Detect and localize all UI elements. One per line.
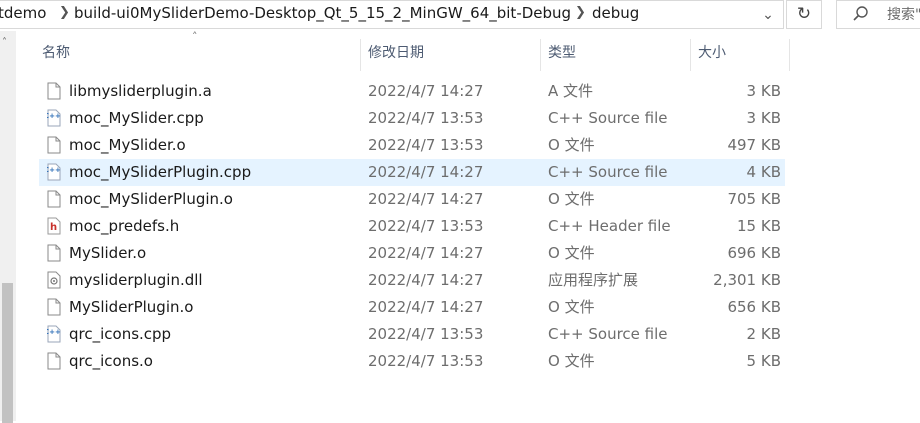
file-size: 4 KB xyxy=(746,163,781,181)
file-type: A 文件 xyxy=(548,82,594,100)
file-date: 2022/4/7 14:27 xyxy=(368,163,484,181)
cpp-file-icon: C++ xyxy=(47,109,61,127)
breadcrumb-separator-icon[interactable]: ❯ xyxy=(575,5,586,20)
file-name: moc_MySliderPlugin.o xyxy=(69,190,233,208)
file-date: 2022/4/7 13:53 xyxy=(368,136,484,154)
file-icon xyxy=(47,244,61,262)
svg-text:C++: C++ xyxy=(47,328,61,336)
file-name: moc_MySlider.o xyxy=(69,136,186,154)
file-size: 15 KB xyxy=(737,217,781,235)
column-header-size[interactable]: 大小 xyxy=(688,31,788,71)
file-size: 696 KB xyxy=(727,244,781,262)
file-size: 3 KB xyxy=(746,82,781,100)
file-name: qrc_icons.cpp xyxy=(69,325,172,343)
svg-text:C++: C++ xyxy=(47,166,61,174)
file-date: 2022/4/7 14:27 xyxy=(368,244,484,262)
file-name: MySliderPlugin.o xyxy=(69,298,194,316)
breadcrumb-item[interactable]: debug xyxy=(592,4,639,22)
column-header-name[interactable]: 名称 xyxy=(32,31,360,71)
file-row[interactable]: C++ qrc_icons.cpp 2022/4/7 13:53 C++ Source… xyxy=(39,321,785,348)
refresh-icon: ↻ xyxy=(796,4,812,24)
address-toolbar: tdemo ❯ build-ui0MySliderDemo-Desktop_Qt… xyxy=(0,0,920,31)
file-name: moc_MySliderPlugin.cpp xyxy=(69,163,252,181)
file-row[interactable]: C++ moc_MySlider.cpp 2022/4/7 13:53 C++ Sou… xyxy=(39,105,785,132)
file-type: C++ Source file xyxy=(548,109,668,127)
file-date: 2022/4/7 14:27 xyxy=(368,82,484,100)
scroll-up-icon[interactable]: ˄ xyxy=(2,37,7,48)
file-date: 2022/4/7 14:27 xyxy=(368,190,484,208)
file-size: 2,301 KB xyxy=(713,271,781,289)
file-size: 656 KB xyxy=(727,298,781,316)
file-row[interactable]: MySliderPlugin.o 2022/4/7 14:27 O 文件 656 KB xyxy=(39,294,785,321)
file-date: 2022/4/7 13:53 xyxy=(368,217,484,235)
file-type: C++ Header file xyxy=(548,217,671,235)
file-row[interactable]: moc_MySliderPlugin.o 2022/4/7 14:27 O 文件 70… xyxy=(39,186,785,213)
file-name: moc_predefs.h xyxy=(69,217,180,235)
file-icon xyxy=(47,298,61,316)
file-name: moc_MySlider.cpp xyxy=(69,109,204,127)
file-type: O 文件 xyxy=(548,352,595,370)
file-row[interactable]: h moc_predefs.h 2022/4/7 13:53 C++ Header f… xyxy=(39,213,785,240)
file-row[interactable]: mysliderplugin.dll 2022/4/7 14:27 应用程序扩展 2,… xyxy=(39,267,785,294)
file-size: 5 KB xyxy=(746,352,781,370)
file-type: O 文件 xyxy=(548,298,595,316)
chevron-down-icon[interactable]: ⌄ xyxy=(755,2,781,28)
column-header-row: ˄ 名称 修改日期 类型 大小 xyxy=(16,30,920,71)
file-row[interactable]: C++ moc_MySliderPlugin.cpp 2022/4/7 14:27 C… xyxy=(39,159,785,186)
breadcrumb-item[interactable]: tdemo xyxy=(0,4,46,22)
file-type: C++ Source file xyxy=(548,325,668,343)
file-date: 2022/4/7 14:27 xyxy=(368,271,484,289)
refresh-button[interactable]: ↻ xyxy=(786,0,822,29)
file-date: 2022/4/7 13:53 xyxy=(368,325,484,343)
file-type: 应用程序扩展 xyxy=(548,271,639,289)
scrollbar-thumb[interactable] xyxy=(2,283,13,423)
file-row[interactable]: libmysliderplugin.a 2022/4/7 14:27 A 文件 3 K… xyxy=(39,78,785,105)
column-header-date[interactable]: 修改日期 xyxy=(358,31,534,71)
file-type: C++ Source file xyxy=(548,163,668,181)
search-icon xyxy=(853,6,868,21)
file-icon xyxy=(47,352,61,370)
file-icon xyxy=(47,190,61,208)
navigation-pane-scrollbar[interactable]: ˄ xyxy=(0,31,16,423)
file-name: qrc_icons.o xyxy=(69,352,153,370)
file-date: 2022/4/7 13:53 xyxy=(368,109,484,127)
file-row[interactable]: MySlider.o 2022/4/7 14:27 O 文件 696 KB xyxy=(39,240,785,267)
file-size: 497 KB xyxy=(727,136,781,154)
file-row[interactable]: moc_MySlider.o 2022/4/7 13:53 O 文件 497 KB xyxy=(39,132,785,159)
file-type: O 文件 xyxy=(548,190,595,208)
file-size: 3 KB xyxy=(746,109,781,127)
file-date: 2022/4/7 14:27 xyxy=(368,298,484,316)
file-name: libmysliderplugin.a xyxy=(69,82,212,100)
file-size: 2 KB xyxy=(746,325,781,343)
file-type: O 文件 xyxy=(548,244,595,262)
search-input[interactable]: 搜索" xyxy=(887,4,920,24)
svg-text:C++: C++ xyxy=(47,112,61,120)
column-header-type[interactable]: 类型 xyxy=(538,31,688,71)
file-icon xyxy=(47,82,61,100)
search-box[interactable]: 搜索" xyxy=(836,0,920,29)
breadcrumb-separator-icon[interactable]: ❯ xyxy=(59,5,70,20)
file-date: 2022/4/7 13:53 xyxy=(368,352,484,370)
dll-file-icon xyxy=(47,271,61,289)
cpp-file-icon: C++ xyxy=(47,325,61,343)
file-type: O 文件 xyxy=(548,136,595,154)
header-file-icon: h xyxy=(47,217,61,235)
file-row[interactable]: qrc_icons.o 2022/4/7 13:53 O 文件 5 KB xyxy=(39,348,785,375)
file-size: 705 KB xyxy=(727,190,781,208)
address-bar[interactable]: tdemo ❯ build-ui0MySliderDemo-Desktop_Qt… xyxy=(0,0,784,29)
file-icon xyxy=(47,136,61,154)
file-name: MySlider.o xyxy=(69,244,147,262)
breadcrumb-item[interactable]: build-ui0MySliderDemo-Desktop_Qt_5_15_2_… xyxy=(74,4,571,22)
column-divider[interactable] xyxy=(789,39,790,71)
cpp-file-icon: C++ xyxy=(47,163,61,181)
file-name: mysliderplugin.dll xyxy=(69,271,203,289)
svg-text:h: h xyxy=(50,222,57,233)
